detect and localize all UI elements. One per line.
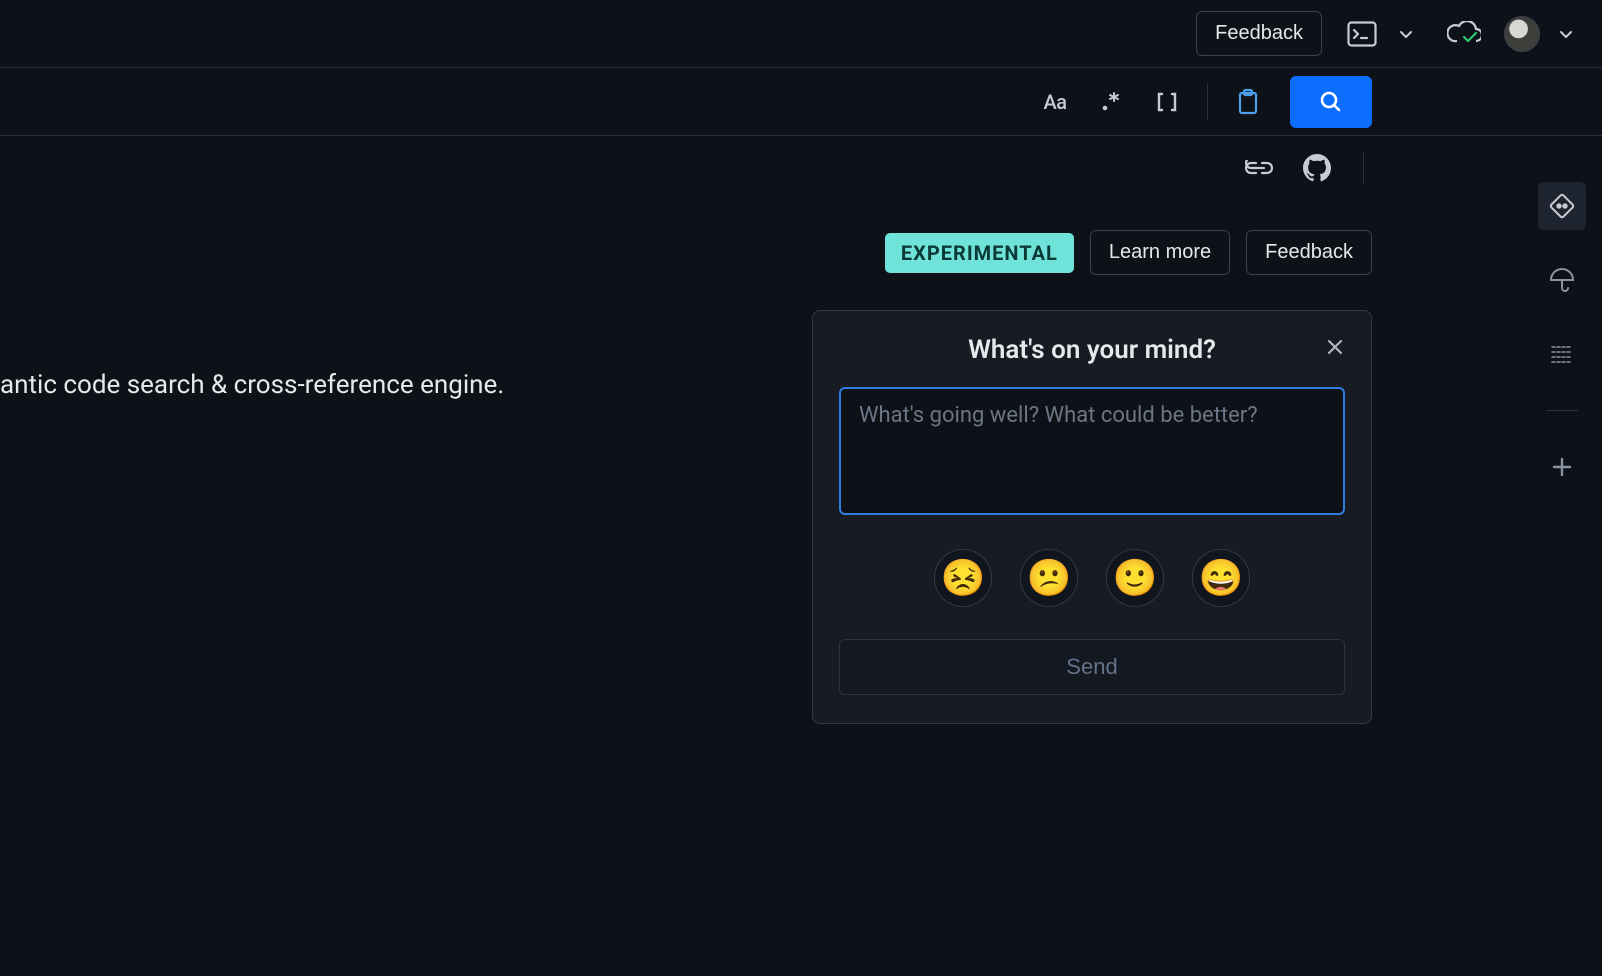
right-rail [1522,170,1602,491]
learn-more-button[interactable]: Learn more [1090,230,1230,275]
popover-title: What's on your mind? [839,335,1345,365]
feedback-popover: What's on your mind? 😣 😕 🙂 😄 Send [812,310,1372,724]
emoji-confused[interactable]: 😕 [1020,549,1078,607]
emoji-very-sad[interactable]: 😣 [934,549,992,607]
chevron-down-icon[interactable] [1548,16,1584,52]
cloud-check-icon[interactable] [1446,16,1482,52]
hero-action-row: EXPERIMENTAL Learn more Feedback [0,200,1372,275]
experimental-badge: EXPERIMENTAL [885,233,1074,273]
top-app-bar: Feedback [0,0,1602,68]
terminal-icon[interactable] [1344,16,1380,52]
brackets-icon[interactable] [1143,78,1191,126]
divider [1546,410,1578,411]
feedback-button[interactable]: Feedback [1196,11,1322,56]
hero-tagline: antic code search & cross-reference engi… [0,370,504,400]
emoji-happy[interactable]: 🙂 [1106,549,1164,607]
sub-action-bar [0,136,1602,200]
search-submit-button[interactable] [1290,76,1372,128]
close-icon[interactable] [1319,331,1351,363]
feedback-textarea[interactable] [839,387,1345,515]
search-toolbar: Aa [0,68,1602,136]
user-menu [1504,16,1584,52]
regex-toggle-icon[interactable] [1087,78,1135,126]
clipboard-icon[interactable] [1224,78,1272,126]
send-button[interactable]: Send [839,639,1345,695]
divider [1363,153,1364,183]
emoji-very-happy[interactable]: 😄 [1192,549,1250,607]
link-icon[interactable] [1239,148,1279,188]
emoji-rating-row: 😣 😕 🙂 😄 [839,549,1345,607]
feedback-button-hero[interactable]: Feedback [1246,230,1372,275]
avatar[interactable] [1504,16,1540,52]
github-icon[interactable] [1297,148,1337,188]
console-menu [1344,16,1424,52]
divider [1207,84,1208,120]
lines-icon[interactable] [1538,330,1586,378]
main-content: EXPERIMENTAL Learn more Feedback antic c… [0,200,1602,275]
match-case-toggle[interactable]: Aa [1031,78,1079,126]
plus-icon[interactable] [1538,443,1586,491]
chevron-down-icon[interactable] [1388,16,1424,52]
git-diamond-icon[interactable] [1538,182,1586,230]
umbrella-icon[interactable] [1538,256,1586,304]
